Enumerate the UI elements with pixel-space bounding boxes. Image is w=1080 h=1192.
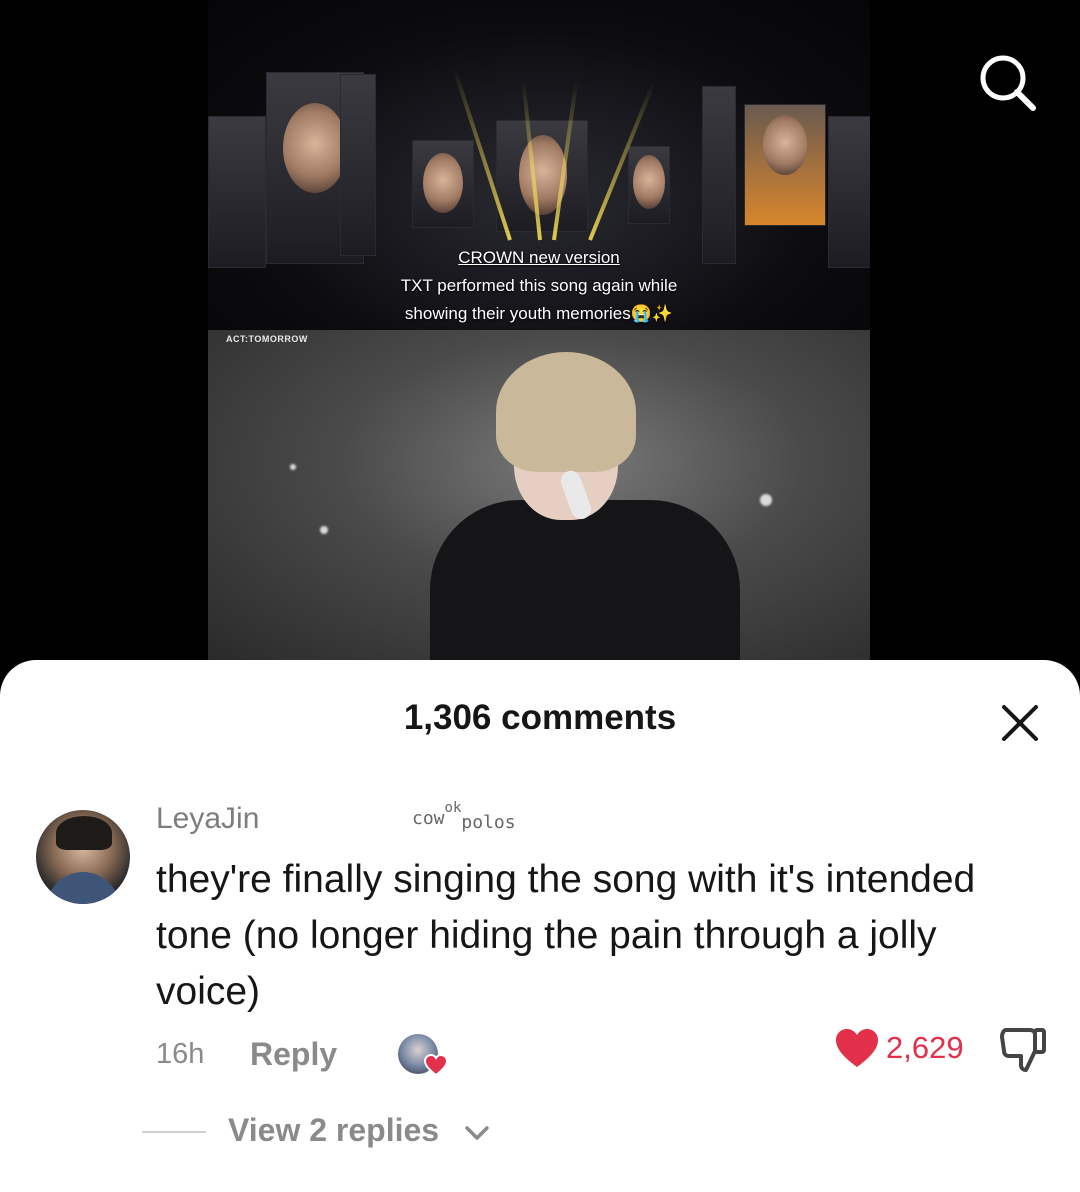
comment-text: they're finally singing the song with it… xyxy=(156,858,976,1013)
brand-logo: ACT:TOMORROW xyxy=(226,334,308,344)
bokeh-light xyxy=(320,526,328,534)
face-image xyxy=(423,153,463,213)
comments-count-title: 1,306 comments xyxy=(403,698,677,737)
caption-line: showing their youth memories😭✨ xyxy=(404,304,674,323)
reply-button[interactable]: Reply xyxy=(250,1036,337,1073)
stage-screen xyxy=(628,146,670,224)
comment-timestamp: 16h xyxy=(156,1038,205,1070)
stage-screen xyxy=(744,104,826,226)
close-icon xyxy=(1002,705,1038,741)
stage-screen xyxy=(702,86,736,264)
face-image xyxy=(763,115,807,175)
bokeh-light xyxy=(290,464,296,470)
video-player[interactable]: CROWN new version TXT performed this son… xyxy=(208,0,870,660)
stage-screen xyxy=(340,74,376,256)
avatar-hair xyxy=(56,816,112,850)
dislike-button[interactable] xyxy=(998,1024,1048,1074)
concert-stage-frame: CROWN new version TXT performed this son… xyxy=(208,0,870,330)
username-decoration: cowokpolos xyxy=(412,800,516,833)
face-image xyxy=(283,103,347,193)
video-caption: CROWN new version TXT performed this son… xyxy=(208,244,870,328)
comments-sheet: 1,306 comments LeyaJin cowokpolos they'r… xyxy=(0,660,1080,1192)
chevron-down-icon[interactable] xyxy=(464,1124,490,1142)
singer-hair xyxy=(496,352,636,472)
creator-heart-icon xyxy=(424,1054,448,1076)
bokeh-light xyxy=(760,494,772,506)
comment-username[interactable]: LeyaJin xyxy=(156,802,259,836)
singer-jacket xyxy=(430,500,740,660)
like-count: 2,629 xyxy=(886,1030,964,1065)
stage-screen xyxy=(412,140,474,228)
singer-frame xyxy=(208,330,870,660)
search-button[interactable] xyxy=(975,50,1039,114)
replies-divider xyxy=(142,1131,206,1133)
avatar-suit xyxy=(46,872,120,904)
thumbs-down-icon xyxy=(1000,1028,1046,1072)
face-image xyxy=(633,155,665,209)
close-button[interactable] xyxy=(1000,703,1040,743)
caption-line: CROWN new version xyxy=(458,248,620,267)
heart-icon[interactable] xyxy=(834,1027,880,1069)
avatar[interactable] xyxy=(36,810,130,904)
view-replies-button[interactable]: View 2 replies xyxy=(228,1112,439,1149)
caption-line: TXT performed this song again while xyxy=(400,276,678,295)
stage-screen xyxy=(496,120,588,232)
search-icon xyxy=(980,55,1036,111)
